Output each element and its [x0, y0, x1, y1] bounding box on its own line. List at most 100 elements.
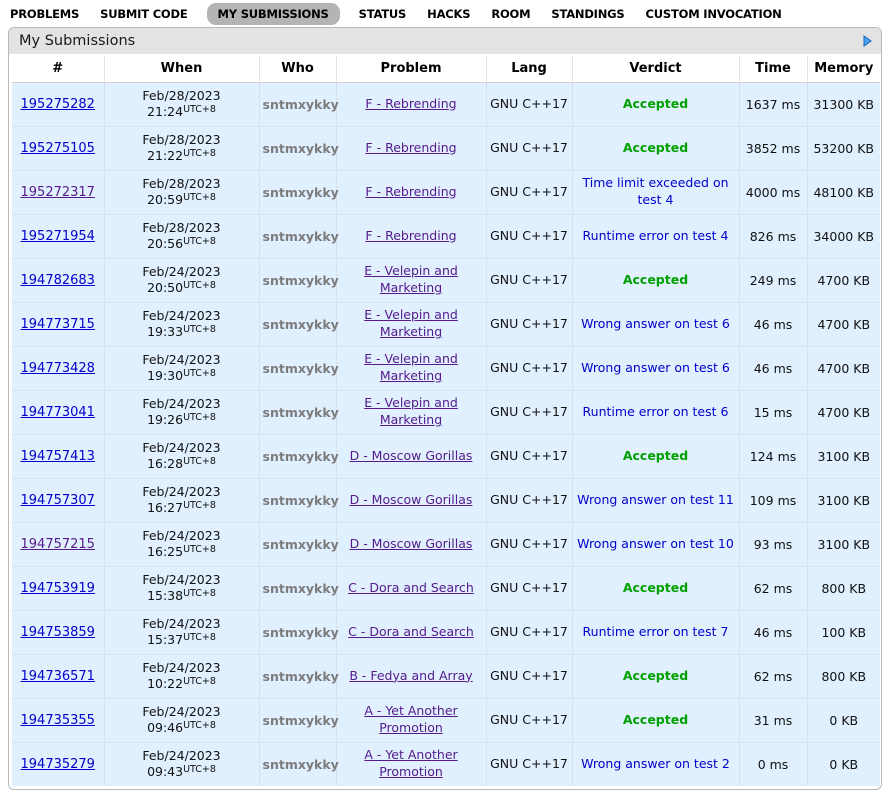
problem-link[interactable]: F - Rebrending [365, 96, 456, 111]
cell-who: sntmxykky [259, 610, 336, 654]
submission-id-link[interactable]: 194773715 [21, 317, 95, 332]
submission-id-link[interactable]: 194773428 [21, 361, 95, 376]
submission-timezone: UTC+8 [183, 500, 216, 511]
cell-who: sntmxykky [259, 214, 336, 258]
cell-verdict: Accepted [572, 654, 739, 698]
cell-who: sntmxykky [259, 566, 336, 610]
verdict-text: Accepted [623, 140, 688, 155]
nav-item-custom-invocation[interactable]: CUSTOM INVOCATION [644, 3, 784, 25]
submission-timezone: UTC+8 [183, 192, 216, 203]
submission-date: Feb/24/2023 [108, 264, 256, 280]
submission-id-link[interactable]: 194735279 [21, 757, 95, 772]
submission-clock: 16:25 [147, 544, 183, 559]
table-row: 194757215 Feb/24/2023 16:25UTC+8 sntmxyk… [12, 522, 880, 566]
submission-id-link[interactable]: 195275282 [21, 97, 95, 112]
problem-link[interactable]: E - Velepin and Marketing [364, 307, 458, 339]
submission-id-link[interactable]: 194757215 [21, 537, 95, 552]
cell-memory: 0 KB [807, 742, 880, 786]
submission-timezone: UTC+8 [183, 148, 216, 159]
cell-problem: E - Velepin and Marketing [336, 302, 486, 346]
problem-link[interactable]: D - Moscow Gorillas [350, 536, 473, 551]
table-row: 194757307 Feb/24/2023 16:27UTC+8 sntmxyk… [12, 478, 880, 522]
submission-id-link[interactable]: 194753859 [21, 625, 95, 640]
submissions-panel: My Submissions #WhenWhoProblemLangVerdic… [8, 27, 882, 790]
submission-date: Feb/24/2023 [108, 528, 256, 544]
verdict-text: Runtime error on test 4 [583, 228, 729, 243]
submission-id-link[interactable]: 195271954 [21, 229, 95, 244]
submission-id-link[interactable]: 195272317 [21, 185, 95, 200]
submission-timezone: UTC+8 [183, 412, 216, 423]
cell-when: Feb/24/2023 19:26UTC+8 [104, 390, 259, 434]
submission-date: Feb/24/2023 [108, 616, 256, 632]
top-nav: PROBLEMS SUBMIT CODE MY SUBMISSIONS STATUS H… [0, 0, 890, 26]
cell-time: 826 ms [739, 214, 807, 258]
nav-item-submit-code[interactable]: SUBMIT CODE [98, 3, 189, 25]
submission-clock: 16:27 [147, 500, 183, 515]
problem-link[interactable]: B - Fedya and Array [349, 668, 472, 683]
cell-verdict: Wrong answer on test 6 [572, 346, 739, 390]
cell-problem: F - Rebrending [336, 82, 486, 126]
cell-memory: 800 KB [807, 566, 880, 610]
problem-link[interactable]: F - Rebrending [365, 228, 456, 243]
verdict-text: Accepted [623, 712, 688, 727]
submission-id-link[interactable]: 194757307 [21, 493, 95, 508]
cell-when: Feb/28/2023 21:24UTC+8 [104, 82, 259, 126]
cell-problem: D - Moscow Gorillas [336, 434, 486, 478]
submission-id-link[interactable]: 195275105 [21, 141, 95, 156]
verdict-text: Wrong answer on test 10 [577, 536, 734, 551]
submission-author: sntmxykky [263, 273, 339, 288]
problem-link[interactable]: E - Velepin and Marketing [364, 395, 458, 427]
nav-item-problems[interactable]: PROBLEMS [8, 3, 81, 25]
cell-problem: A - Yet Another Promotion [336, 742, 486, 786]
play-triangle-icon[interactable] [861, 35, 873, 47]
submission-timezone: UTC+8 [183, 588, 216, 599]
problem-link[interactable]: D - Moscow Gorillas [350, 448, 473, 463]
cell-problem: E - Velepin and Marketing [336, 346, 486, 390]
submission-id-link[interactable]: 194782683 [21, 273, 95, 288]
nav-item-standings[interactable]: STANDINGS [549, 3, 626, 25]
submission-author: sntmxykky [263, 493, 339, 508]
submission-id-link[interactable]: 194773041 [21, 405, 95, 420]
problem-link[interactable]: E - Velepin and Marketing [364, 351, 458, 383]
submission-id-link[interactable]: 194753919 [21, 581, 95, 596]
cell-id: 194736571 [12, 654, 104, 698]
nav-item-status[interactable]: STATUS [357, 3, 409, 25]
cell-problem: E - Velepin and Marketing [336, 390, 486, 434]
submission-timezone: UTC+8 [183, 104, 216, 115]
submission-timezone: UTC+8 [183, 764, 216, 775]
problem-link[interactable]: A - Yet Another Promotion [364, 747, 457, 779]
cell-lang: GNU C++17 [486, 170, 572, 214]
nav-item-hacks[interactable]: HACKS [425, 3, 472, 25]
table-row: 194757413 Feb/24/2023 16:28UTC+8 sntmxyk… [12, 434, 880, 478]
cell-lang: GNU C++17 [486, 434, 572, 478]
cell-memory: 0 KB [807, 698, 880, 742]
submission-clock: 19:33 [147, 324, 183, 339]
cell-lang: GNU C++17 [486, 346, 572, 390]
cell-verdict: Accepted [572, 82, 739, 126]
submission-clock: 15:37 [147, 632, 183, 647]
problem-link[interactable]: F - Rebrending [365, 184, 456, 199]
cell-verdict: Accepted [572, 566, 739, 610]
problem-link[interactable]: C - Dora and Search [348, 580, 474, 595]
problem-link[interactable]: D - Moscow Gorillas [350, 492, 473, 507]
cell-memory: 48100 KB [807, 170, 880, 214]
problem-link[interactable]: E - Velepin and Marketing [364, 263, 458, 295]
cell-memory: 4700 KB [807, 258, 880, 302]
problem-link[interactable]: A - Yet Another Promotion [364, 703, 457, 735]
problem-link[interactable]: C - Dora and Search [348, 624, 474, 639]
submission-date: Feb/24/2023 [108, 748, 256, 764]
submission-id-link[interactable]: 194757413 [21, 449, 95, 464]
submission-clock: 16:28 [147, 456, 183, 471]
submission-author: sntmxykky [263, 757, 339, 772]
column-header-time: Time [739, 56, 807, 82]
submission-id-link[interactable]: 194736571 [21, 669, 95, 684]
nav-item-room[interactable]: ROOM [489, 3, 532, 25]
submission-clock: 21:24 [147, 104, 183, 119]
submission-date: Feb/24/2023 [108, 440, 256, 456]
nav-item-my-submissions[interactable]: MY SUBMISSIONS [207, 3, 340, 25]
submission-clock: 20:50 [147, 280, 183, 295]
cell-lang: GNU C++17 [486, 478, 572, 522]
problem-link[interactable]: F - Rebrending [365, 140, 456, 155]
submission-id-link[interactable]: 194735355 [21, 713, 95, 728]
submission-clock: 09:43 [147, 764, 183, 779]
